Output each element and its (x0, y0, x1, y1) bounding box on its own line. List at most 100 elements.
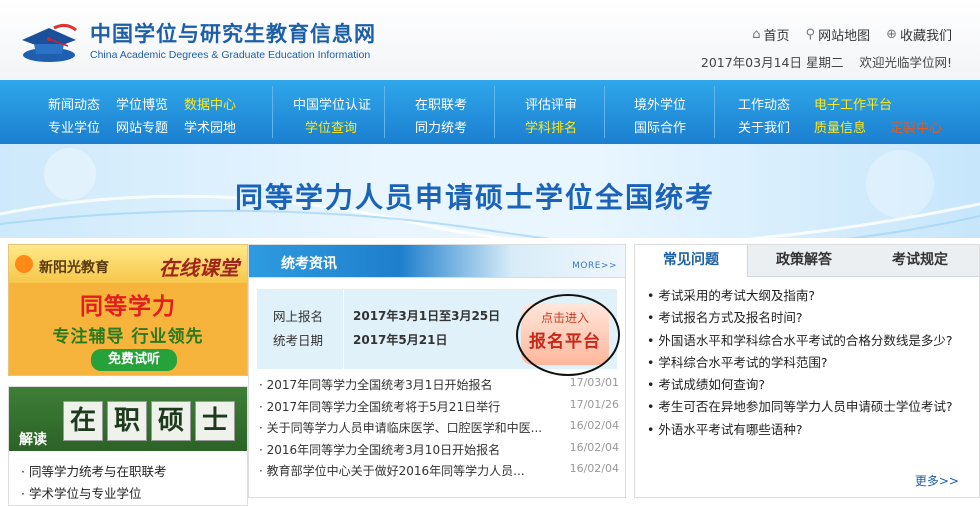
list-item[interactable]: • 考生可否在异地参加同等学力人员申请硕士学位考试? (647, 396, 953, 418)
nav-joint-exam[interactable]: 在职联考 (415, 94, 467, 113)
registration-period: 2017年3月1日至3月25日 (353, 309, 501, 323)
nav-group-news: 新闻动态 学位博览 数据中心 专业学位 网站专题 学术园地 (48, 80, 248, 144)
list-item[interactable]: · 关于同等学力人员申请临床医学、口腔医学和中医... 16/02/04 (259, 419, 619, 441)
nav-group-international: 境外学位 国际合作 (634, 80, 704, 144)
tab-faq[interactable]: 常见问题 (635, 245, 748, 277)
nav-work-news[interactable]: 工作动态 (738, 94, 790, 113)
sun-logo-icon (15, 255, 33, 273)
news-title: · 2017年同等学力全国统考将于5月21日举行 (259, 399, 501, 414)
nav-evaluation[interactable]: 评估评审 (525, 94, 577, 113)
registration-label: 网上报名 (273, 309, 324, 324)
list-item[interactable]: • 考试成绩如何查询? (647, 374, 953, 396)
in-service-master-banner[interactable]: 解读 在 职 硕 士 (9, 387, 247, 451)
home-icon: ⌂ (752, 27, 761, 42)
nav-group-about: 工作动态 电子工作平台 关于我们 质量信息 定製中心 (738, 80, 958, 144)
home-link[interactable]: ⌂ 首页 (752, 25, 789, 44)
news-date: 17/03/01 (569, 376, 619, 389)
faq-more-link[interactable]: 更多>> (915, 472, 959, 489)
exam-banner: 同等学力人员申请硕士学位全国统考 (0, 144, 980, 238)
map-pin-icon: ⚲ (805, 27, 816, 42)
top-links: ⌂ 首页 ⚲ 网站地图 ⊕ 收藏我们 (752, 25, 952, 44)
nav-international-cooperation[interactable]: 国际合作 (634, 117, 686, 136)
nav-about-us[interactable]: 关于我们 (738, 117, 790, 136)
list-item[interactable]: · 学术学位与专业学位 (21, 483, 166, 505)
title-tile: 职 (107, 401, 147, 441)
banner-title: 同等学力人员申请硕士学位全国统考 (234, 181, 715, 214)
nav-degree-expo[interactable]: 学位博览 (116, 94, 168, 113)
list-item[interactable]: • 学科综合水平考试的学科范围? (647, 352, 953, 374)
online-class-ad[interactable]: 新阳光教育 在线课堂 同等学力 专注辅导 行业领先 免费试听 (8, 244, 248, 376)
faq-tabs: 常见问题 政策解答 考试规定 (635, 245, 979, 277)
nav-custom-center[interactable]: 定製中心 (890, 117, 942, 136)
nav-group-certification: 中国学位认证 学位查询 (293, 80, 383, 144)
news-title: · 关于同等学力人员申请临床医学、口腔医学和中医... (259, 421, 543, 435)
nav-degree-certification[interactable]: 中国学位认证 (293, 94, 371, 113)
in-service-links: · 同等学力统考与在职联考 · 学术学位与专业学位 (21, 461, 166, 505)
exam-info-title: 统考资讯 (281, 256, 337, 272)
list-item[interactable]: · 2016年同等学力全国统考3月10日开始报名 16/02/04 (259, 441, 619, 463)
exam-news-list: · 2017年同等学力全国统考3月1日开始报名 17/03/01 · 2017年同… (259, 376, 619, 484)
list-item[interactable]: • 考试报名方式及报名时间? (647, 307, 953, 329)
nav-discipline-ranking[interactable]: 学科排名 (525, 117, 577, 136)
news-date: 16/02/04 (569, 440, 619, 454)
nav-e-work-platform[interactable]: 电子工作平台 (814, 94, 892, 113)
ad-header: 新阳光教育 在线课堂 (9, 245, 247, 283)
list-item[interactable]: · 教育部学位中心关于做好2016年同等学力人员... 16/02/04 (259, 462, 619, 484)
title-tile: 士 (195, 401, 235, 441)
ad-slogan: 专注辅导 行业领先 (52, 327, 204, 347)
nav-divider (384, 86, 385, 138)
main-nav: 新闻动态 学位博览 数据中心 专业学位 网站专题 学术园地 中国学位认证 学位查… (0, 80, 980, 144)
nav-divider (604, 86, 605, 138)
nav-professional-degree[interactable]: 专业学位 (48, 117, 100, 136)
site-header: 中国学位与研究生教育信息网 China Academic Degrees & G… (0, 0, 980, 80)
welcome-text: 欢迎光临学位网! (859, 55, 952, 70)
news-date: 17/01/26 (569, 397, 619, 411)
news-title: · 教育部学位中心关于做好2016年同等学力人员... (259, 464, 525, 478)
exam-info-header: 统考资讯 MORE>> (249, 245, 625, 278)
highlight-circle (516, 294, 620, 376)
date-line: 2017年03月14日 星期二 欢迎光临学位网! (701, 52, 952, 71)
free-trial-button[interactable]: 免费试听 (91, 349, 177, 371)
exam-info-panel: 统考资讯 MORE>> 网上报名 统考日期 2017年3月1日至3月25日 20… (248, 244, 626, 498)
nav-degree-query[interactable]: 学位查询 (305, 117, 357, 136)
news-title: · 2017年同等学力全国统考3月1日开始报名 (259, 378, 493, 392)
banner-read-label: 解读 (19, 432, 47, 448)
list-item[interactable]: · 同等学力统考与在职联考 (21, 461, 166, 483)
exam-date-label: 统考日期 (273, 333, 324, 348)
nav-divider (272, 86, 273, 138)
info-divider (343, 289, 344, 369)
nav-divider (714, 86, 715, 138)
list-item[interactable]: · 2017年同等学力全国统考3月1日开始报名 17/03/01 (259, 376, 619, 398)
nav-overseas-degree[interactable]: 境外学位 (634, 94, 686, 113)
list-item[interactable]: • 外语水平考试有哪些语种? (647, 419, 953, 441)
current-date: 2017年03月14日 星期二 (700, 55, 844, 70)
list-item[interactable]: · 2017年同等学力全国统考将于5月21日举行 17/01/26 (259, 398, 619, 420)
ad-headline: 同等学力 (80, 294, 176, 320)
nav-quality-info[interactable]: 质量信息 (814, 117, 866, 136)
nav-divider (494, 86, 495, 138)
nav-special-topics[interactable]: 网站专题 (116, 117, 168, 136)
news-date: 16/02/04 (569, 462, 619, 475)
site-subtitle: China Academic Degrees & Graduate Educat… (90, 49, 371, 61)
title-tile: 在 (63, 401, 103, 441)
nav-news[interactable]: 新闻动态 (48, 94, 100, 113)
bookmark-link[interactable]: ⊕ 收藏我们 (886, 25, 952, 44)
nav-academic-garden[interactable]: 学术园地 (184, 117, 236, 136)
site-title[interactable]: 中国学位与研究生教育信息网 (90, 18, 376, 48)
faq-list: • 考试采用的考试大纲及指南? • 考试报名方式及报名时间? • 外国语水平和学… (647, 285, 953, 441)
more-link[interactable]: MORE>> (572, 261, 617, 271)
mortarboard-logo-icon[interactable] (18, 20, 80, 64)
title-tile: 硕 (151, 401, 191, 441)
list-item[interactable]: • 外国语水平和学科综合水平考试的合格分数线是多少? (647, 330, 953, 352)
exam-date: 2017年5月21日 (353, 333, 448, 347)
list-item[interactable]: • 考试采用的考试大纲及指南? (647, 285, 953, 307)
in-service-master-box: 解读 在 职 硕 士 · 同等学力统考与在职联考 · 学术学位与专业学位 (8, 386, 248, 506)
banner-title-tiles: 在 职 硕 士 (63, 401, 235, 441)
tab-policy[interactable]: 政策解答 (748, 245, 860, 276)
nav-equivalent-exam[interactable]: 同力统考 (415, 117, 467, 136)
nav-data-center[interactable]: 数据中心 (184, 94, 236, 113)
ad-online-class: 在线课堂 (159, 256, 239, 280)
nav-group-exams: 在职联考 同力统考 (415, 80, 485, 144)
tab-exam-rules[interactable]: 考试规定 (861, 245, 979, 276)
sitemap-link[interactable]: ⚲ 网站地图 (806, 25, 871, 44)
